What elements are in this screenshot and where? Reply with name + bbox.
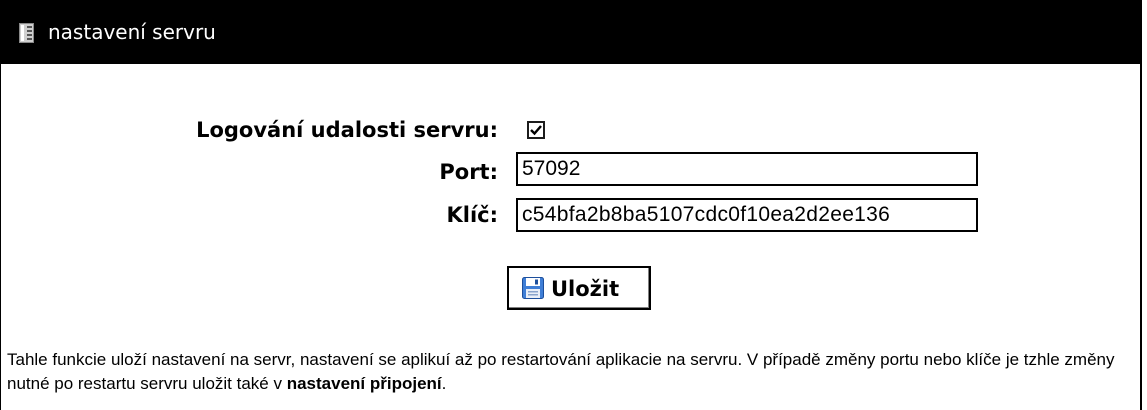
- logging-checkbox[interactable]: [527, 121, 545, 139]
- floppy-disk-icon: [522, 277, 544, 299]
- logging-label: Logování udalosti servru:: [196, 118, 498, 142]
- port-input[interactable]: 57092: [516, 152, 978, 186]
- checkmark-icon: [530, 125, 542, 136]
- panel-titlebar: nastavení servru: [1, 0, 1140, 64]
- port-label: Port:: [439, 160, 498, 184]
- save-button[interactable]: Uložit: [507, 266, 651, 310]
- help-text: Tahle funkcie uloží nastavení na servr, …: [7, 348, 1127, 396]
- server-settings-panel: nastavení servru Logování udalosti servr…: [0, 0, 1142, 410]
- connection-settings-link[interactable]: nastavení připojení: [287, 374, 442, 393]
- key-input[interactable]: c54bfa2b8ba5107cdc0f10ea2d2ee136: [516, 198, 978, 232]
- key-label: Klíč:: [446, 203, 498, 227]
- panel-title: nastavení servru: [48, 20, 216, 44]
- server-icon: [19, 23, 34, 43]
- help-text-end: .: [441, 374, 447, 393]
- help-text-body: Tahle funkcie uloží nastavení na servr, …: [7, 350, 1115, 393]
- save-button-label: Uložit: [551, 277, 620, 301]
